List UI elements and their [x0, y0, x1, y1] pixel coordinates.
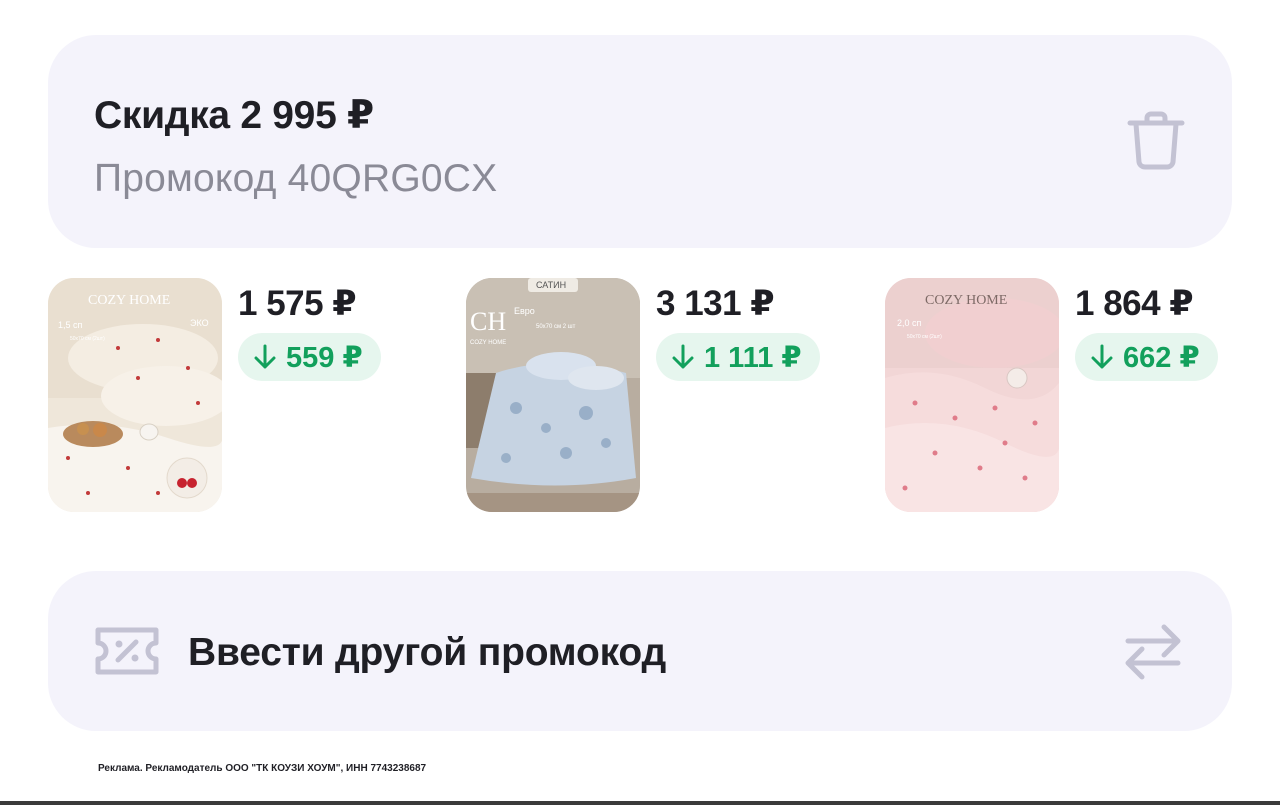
product-eco-badge: ЭКО — [190, 318, 209, 328]
product-discount-badge: 1 111 ₽ — [656, 333, 820, 381]
swap-icon — [1125, 624, 1181, 680]
coupon-icon — [95, 627, 159, 675]
product-brand-label: COZY HOME — [925, 293, 1007, 308]
ad-disclaimer: Реклама. Рекламодатель ООО "ТК КОУЗИ ХОУ… — [98, 763, 427, 774]
product-image[interactable]: COZY HOME 1,5 сп ЭКО 50х70 см (2шт) — [48, 278, 222, 512]
promo-card: Скидка 2 995 ₽ Промокод 40QRG0CX — [48, 35, 1232, 248]
product-size-label: 2,0 сп — [897, 318, 922, 328]
product-logo: CH — [470, 307, 506, 336]
arrow-down-icon — [254, 344, 276, 369]
trash-icon — [1127, 111, 1185, 170]
enter-other-promo-label: Ввести другой промокод — [188, 631, 667, 674]
promo-code-label: Промокод 40QRG0CX — [94, 157, 498, 200]
product-pillow-note: 50х70 см (2шт) — [70, 336, 105, 342]
product-price: 1 575 ₽ — [238, 284, 357, 323]
product-image[interactable]: COZY HOME 2,0 сп 50х70 см (2шт) — [885, 278, 1059, 512]
arrow-down-icon — [1091, 344, 1113, 369]
product-price: 1 864 ₽ — [1075, 284, 1194, 323]
product-discount-badge: 559 ₽ — [238, 333, 381, 381]
product-pillow-note: 50х70 см 2 шт — [536, 324, 576, 330]
product-discount-amount: 559 ₽ — [286, 341, 363, 374]
product-image[interactable]: САТИН CH Евро 50х70 см 2 шт COZY HOME — [466, 278, 640, 512]
delete-promo-button[interactable] — [1120, 105, 1192, 177]
product-discount-amount: 1 111 ₽ — [704, 341, 802, 374]
product-card[interactable]: COZY HOME 2,0 сп 50х70 см (2шт) 1 864 ₽ … — [885, 278, 1265, 512]
promo-discount-title: Скидка 2 995 ₽ — [94, 94, 374, 137]
product-card[interactable]: COZY HOME 1,5 сп ЭКО 50х70 см (2шт) 1 57… — [48, 278, 428, 512]
arrow-down-icon — [672, 344, 694, 369]
product-pillow-note: 50х70 см (2шт) — [907, 334, 942, 340]
product-price: 3 131 ₽ — [656, 284, 775, 323]
product-size-label: Евро — [514, 306, 535, 316]
product-brand-label: COZY HOME — [470, 340, 506, 346]
product-size-label: 1,5 сп — [58, 320, 83, 330]
bottom-divider — [0, 801, 1280, 805]
product-brand-label: COZY HOME — [88, 293, 170, 308]
product-tag-label: САТИН — [536, 280, 566, 290]
product-discount-amount: 662 ₽ — [1123, 341, 1200, 374]
product-discount-badge: 662 ₽ — [1075, 333, 1218, 381]
enter-other-promo-button[interactable]: Ввести другой промокод — [48, 571, 1232, 731]
product-card[interactable]: САТИН CH Евро 50х70 см 2 шт COZY HOME 3 … — [466, 278, 846, 512]
